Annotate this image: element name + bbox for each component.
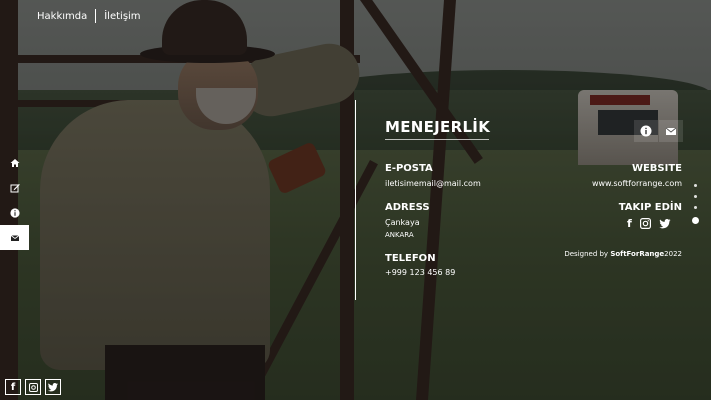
facebook-icon[interactable]: f	[5, 379, 21, 395]
email-label: E-POSTA	[385, 163, 433, 174]
twitter-icon[interactable]	[659, 218, 671, 229]
title-icons	[633, 120, 683, 142]
page-indicator	[692, 180, 699, 228]
phone-label: TELEFON	[385, 253, 436, 264]
side-menu	[0, 150, 29, 250]
page-title: MENEJERLİK	[385, 118, 491, 136]
email-value[interactable]: iletisimemail@mail.com	[385, 179, 481, 188]
edit-icon	[10, 183, 20, 192]
instagram-icon[interactable]	[639, 218, 651, 229]
nav-link-about[interactable]: Hakkımda	[37, 11, 87, 22]
follow-label: TAKIP EDİN	[618, 202, 682, 213]
sidebar-item-info[interactable]	[0, 200, 29, 225]
facebook-icon[interactable]: f	[627, 217, 632, 230]
page-dot-active[interactable]	[692, 217, 699, 224]
title-underline	[385, 139, 489, 140]
mail-button[interactable]	[659, 120, 683, 142]
top-nav: Hakkımda İletişim	[37, 9, 141, 23]
content-divider	[355, 100, 356, 300]
nav-link-contact[interactable]: İletişim	[104, 11, 140, 22]
info-icon	[9, 207, 20, 218]
credits-prefix: Designed by	[564, 250, 611, 258]
sidebar-item-mail[interactable]	[0, 225, 29, 250]
info-icon	[640, 125, 652, 137]
credits-year: 2022	[664, 250, 682, 258]
phone-value[interactable]: +999 123 456 89	[385, 268, 455, 277]
nav-separator	[95, 9, 97, 23]
page-dot[interactable]	[694, 184, 697, 187]
address-label: ADRESS	[385, 202, 430, 213]
credits: Designed by SoftForRange2022	[564, 250, 682, 258]
page-dot[interactable]	[694, 195, 697, 198]
info-button[interactable]	[634, 120, 658, 142]
follow-social-icons: f	[627, 217, 671, 230]
mail-icon	[10, 234, 19, 241]
sidebar-item-home[interactable]	[0, 150, 29, 175]
sidebar-item-edit[interactable]	[0, 175, 29, 200]
address-line1: Çankaya	[385, 218, 420, 227]
website-value[interactable]: www.softforrange.com	[592, 179, 682, 188]
home-icon	[10, 158, 19, 167]
instagram-icon[interactable]	[25, 379, 41, 395]
twitter-icon[interactable]	[45, 379, 61, 395]
mail-icon	[665, 127, 677, 135]
address-line2: ANKARA	[385, 231, 414, 239]
credits-brand[interactable]: SoftForRange	[610, 250, 664, 258]
page-dot[interactable]	[694, 206, 697, 209]
social-links-bottom: f	[5, 379, 61, 395]
website-label: WEBSITE	[631, 163, 682, 174]
